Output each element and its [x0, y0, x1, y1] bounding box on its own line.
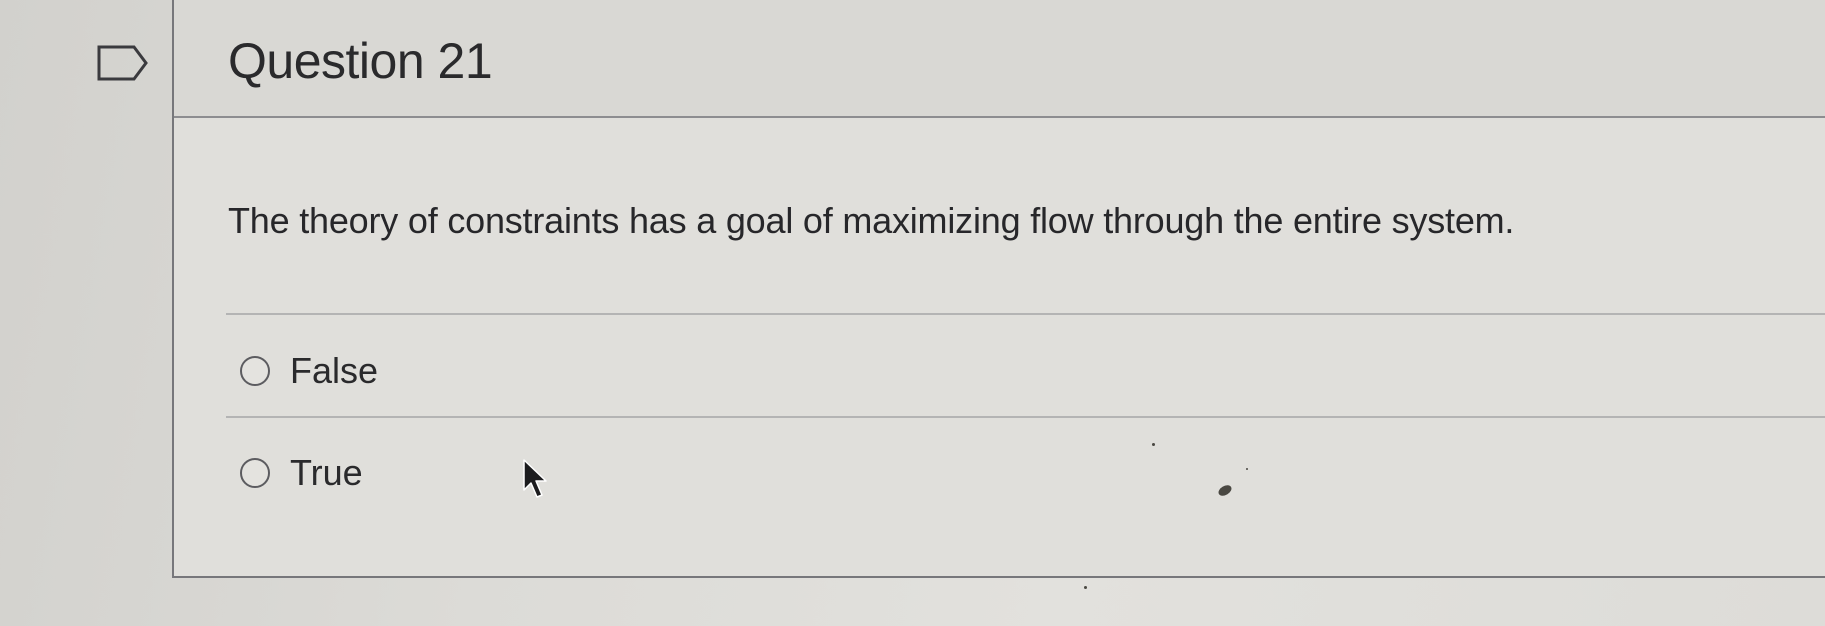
answer-option-false[interactable]: False — [240, 350, 378, 392]
radio-button-true[interactable] — [240, 458, 270, 488]
question-card: Question 21 The theory of constraints ha… — [172, 0, 1825, 578]
answer-option-true[interactable]: True — [240, 452, 363, 494]
answer-label-true: True — [290, 452, 363, 493]
answer-divider — [226, 416, 1825, 418]
radio-button-false[interactable] — [240, 356, 270, 386]
question-header: Question 21 — [174, 0, 1825, 118]
answer-label-false: False — [290, 350, 379, 391]
screen-speck — [1084, 586, 1087, 589]
question-title: Question 21 — [228, 33, 493, 89]
mouse-pointer-icon — [523, 459, 547, 498]
screen-speck — [1152, 443, 1155, 446]
question-text: The theory of constraints has a goal of … — [228, 200, 1515, 241]
flag-question-icon[interactable] — [96, 44, 150, 82]
screen-speck — [1246, 468, 1248, 470]
answer-divider — [226, 313, 1825, 315]
